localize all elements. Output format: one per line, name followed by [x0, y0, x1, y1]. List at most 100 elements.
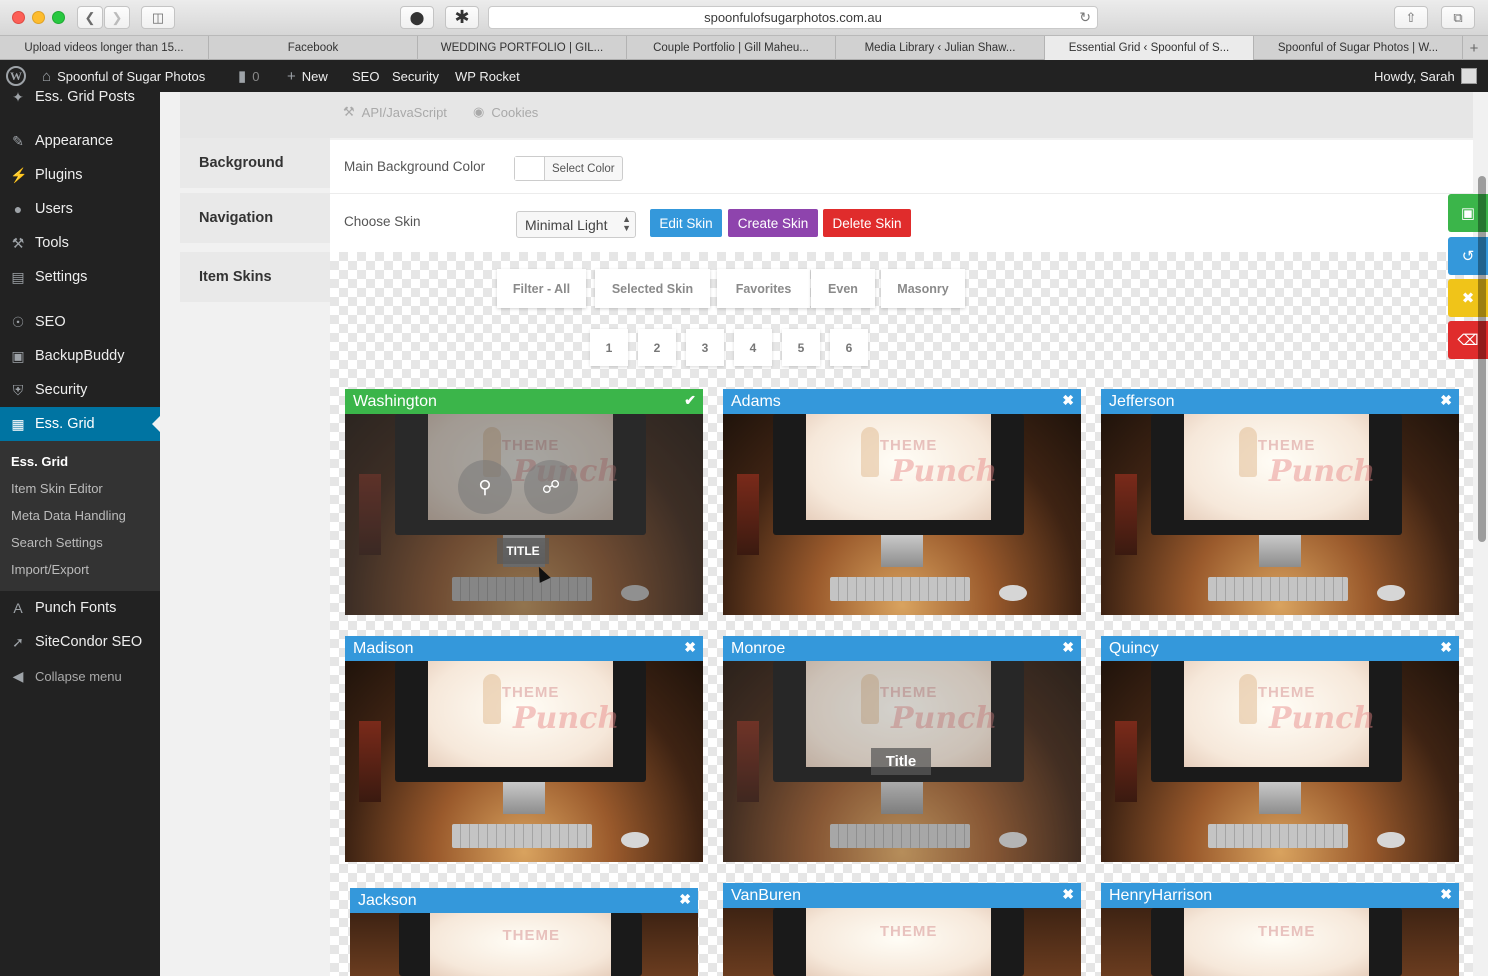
- extension-puzzle-button[interactable]: ✱: [445, 6, 479, 29]
- back-button[interactable]: ❮: [77, 6, 103, 29]
- skin-card-title: Jackson: [358, 891, 417, 909]
- submenu-meta-data-handling[interactable]: Meta Data Handling: [11, 508, 126, 523]
- close-icon[interactable]: ✖: [1062, 886, 1074, 903]
- seo-menu[interactable]: SEO: [352, 60, 379, 92]
- skin-card-adams[interactable]: Adams ✖ THEME Punch: [723, 389, 1081, 615]
- close-icon[interactable]: ✖: [684, 639, 696, 656]
- delete-skin-button[interactable]: Delete Skin: [823, 209, 911, 237]
- tab-label: Item Skins: [199, 269, 272, 285]
- security-menu[interactable]: Security: [392, 60, 439, 92]
- zoom-window-button[interactable]: [52, 11, 65, 24]
- paintbrush-icon: ✎: [12, 132, 24, 149]
- skin-card-quincy[interactable]: Quincy ✖ THEME Punch: [1101, 636, 1459, 862]
- tab-background[interactable]: Background: [180, 138, 330, 188]
- checkmark-icon[interactable]: ✔: [684, 392, 696, 409]
- sidebar-item-backupbuddy[interactable]: ▣ BackupBuddy: [0, 339, 160, 373]
- sidebar-item-sitecondor-seo[interactable]: ➚ SiteCondor SEO: [0, 625, 160, 659]
- filter-masonry-button[interactable]: Masonry: [881, 269, 965, 308]
- browser-tab-active[interactable]: Essential Grid ‹ Spoonful of S...: [1045, 36, 1254, 60]
- page-button[interactable]: 5: [782, 329, 820, 366]
- new-tab-button[interactable]: +: [1463, 36, 1485, 60]
- select-color-button[interactable]: Select Color: [514, 156, 623, 181]
- page-button[interactable]: 6: [830, 329, 868, 366]
- browser-tab[interactable]: Media Library ‹ Julian Shaw...: [836, 36, 1045, 60]
- skin-card-madison[interactable]: Madison ✖ THEME Punch: [345, 636, 703, 862]
- browser-tab[interactable]: WEDDING PORTFOLIO | GIL...: [418, 36, 627, 60]
- filter-even-button[interactable]: Even: [811, 269, 875, 308]
- sidebar-item-plugins[interactable]: ⚡ Plugins: [0, 158, 160, 192]
- sidebar-item-seo[interactable]: ☉ SEO: [0, 305, 160, 339]
- sidebar-toggle-button[interactable]: ◫: [141, 6, 175, 29]
- edit-skin-button[interactable]: Edit Skin: [650, 209, 722, 237]
- forward-button[interactable]: ❯: [104, 6, 130, 29]
- extension-ghostery-button[interactable]: ⬤: [400, 6, 434, 29]
- account-menu[interactable]: Howdy, Sarah: [1374, 60, 1477, 92]
- watermark-text: THEME: [501, 684, 560, 702]
- close-icon[interactable]: ✖: [1062, 639, 1074, 656]
- minimize-window-button[interactable]: [32, 11, 45, 24]
- sidebar-item-users[interactable]: ● Users: [0, 192, 160, 226]
- skin-card-monroe[interactable]: Monroe ✖ THEME Punch Title: [723, 636, 1081, 862]
- page-button[interactable]: 4: [734, 329, 772, 366]
- close-icon[interactable]: ✖: [1440, 886, 1452, 903]
- tab-api-javascript[interactable]: ⚒ API/JavaScript: [343, 104, 447, 120]
- skin-card-image: THEME Punch: [345, 661, 703, 862]
- skin-card-vanburen[interactable]: VanBuren ✖ THEME: [723, 883, 1081, 976]
- page-scrollbar[interactable]: [1478, 176, 1486, 542]
- tab-overview-button[interactable]: ⧉: [1441, 6, 1475, 29]
- sidebar-item-appearance[interactable]: ✎ Appearance: [0, 124, 160, 158]
- skin-card-title: Madison: [353, 639, 414, 657]
- close-window-button[interactable]: [12, 11, 25, 24]
- close-icon[interactable]: ✖: [1062, 392, 1074, 409]
- filter-selected-skin-button[interactable]: Selected Skin: [595, 269, 710, 308]
- page-label: 4: [749, 340, 757, 355]
- lightbox-search-icon[interactable]: ⚲: [458, 460, 512, 514]
- submenu-ess-grid[interactable]: Ess. Grid: [11, 454, 68, 469]
- skin-card-header: Quincy ✖: [1101, 636, 1459, 661]
- submenu-search-settings[interactable]: Search Settings: [11, 535, 103, 550]
- tab-navigation[interactable]: Navigation: [180, 193, 330, 243]
- filter-label: Masonry: [897, 281, 949, 296]
- address-bar[interactable]: spoonfulofsugarphotos.com.au ↻: [488, 6, 1098, 29]
- filter-label: Selected Skin: [611, 281, 694, 296]
- sidebar-item-ess-grid-posts[interactable]: ✦ Ess. Grid Posts: [0, 80, 160, 114]
- new-content-menu[interactable]: + New: [287, 60, 328, 92]
- url-text: spoonfulofsugarphotos.com.au: [704, 10, 882, 25]
- close-icon[interactable]: ✖: [1440, 392, 1452, 409]
- sidebar-item-ess-grid[interactable]: ▦ Ess. Grid: [0, 407, 160, 441]
- browser-tab[interactable]: Upload videos longer than 15...: [0, 36, 209, 60]
- share-button[interactable]: ⇧: [1394, 6, 1428, 29]
- font-icon: A: [13, 600, 23, 616]
- filter-all-button[interactable]: Filter - All: [497, 269, 586, 308]
- browser-tab[interactable]: Spoonful of Sugar Photos | W...: [1254, 36, 1463, 60]
- sidebar-item-punch-fonts[interactable]: A Punch Fonts: [0, 591, 160, 625]
- tab-cookies[interactable]: ◉ Cookies: [473, 104, 538, 120]
- sidebar-item-security[interactable]: ⛨ Security: [0, 373, 160, 407]
- create-skin-button[interactable]: Create Skin: [728, 209, 818, 237]
- skin-card-henryharrison[interactable]: HenryHarrison ✖ THEME: [1101, 883, 1459, 976]
- comments-menu[interactable]: ▮ 0: [238, 60, 260, 92]
- browser-tab[interactable]: Couple Portfolio | Gill Maheu...: [627, 36, 836, 60]
- close-icon[interactable]: ✖: [1440, 639, 1452, 656]
- sidebar-item-tools[interactable]: ⚒ Tools: [0, 226, 160, 260]
- page-button[interactable]: 2: [638, 329, 676, 366]
- browser-tab[interactable]: Facebook: [209, 36, 418, 60]
- reload-icon[interactable]: ↻: [1079, 9, 1091, 26]
- filter-favorites-button[interactable]: Favorites: [717, 269, 810, 308]
- submenu-import-export[interactable]: Import/Export: [11, 562, 89, 577]
- collapse-menu-button[interactable]: ◀ Collapse menu: [0, 659, 160, 693]
- skin-card-jackson[interactable]: Jackson ✖ THEME: [350, 888, 698, 976]
- page-button[interactable]: 1: [590, 329, 628, 366]
- link-icon[interactable]: ☍: [524, 460, 578, 514]
- skin-card-jefferson[interactable]: Jefferson ✖ THEME Punch: [1101, 389, 1459, 615]
- wp-rocket-menu[interactable]: WP Rocket: [455, 60, 520, 92]
- skin-card-washington[interactable]: Washington ✔ THEMEPunch ⚲ ☍ TITLE: [345, 389, 703, 615]
- tab-label: Upload videos longer than 15...: [24, 42, 184, 54]
- watermark-script: Punch: [1268, 454, 1376, 490]
- skin-select[interactable]: Minimal Light ▲ ▼: [516, 211, 636, 238]
- page-button[interactable]: 3: [686, 329, 724, 366]
- close-icon[interactable]: ✖: [679, 891, 691, 908]
- tab-item-skins[interactable]: Item Skins: [180, 252, 330, 302]
- sidebar-item-settings[interactable]: ▤ Settings: [0, 260, 160, 294]
- submenu-item-skin-editor[interactable]: Item Skin Editor: [11, 481, 103, 496]
